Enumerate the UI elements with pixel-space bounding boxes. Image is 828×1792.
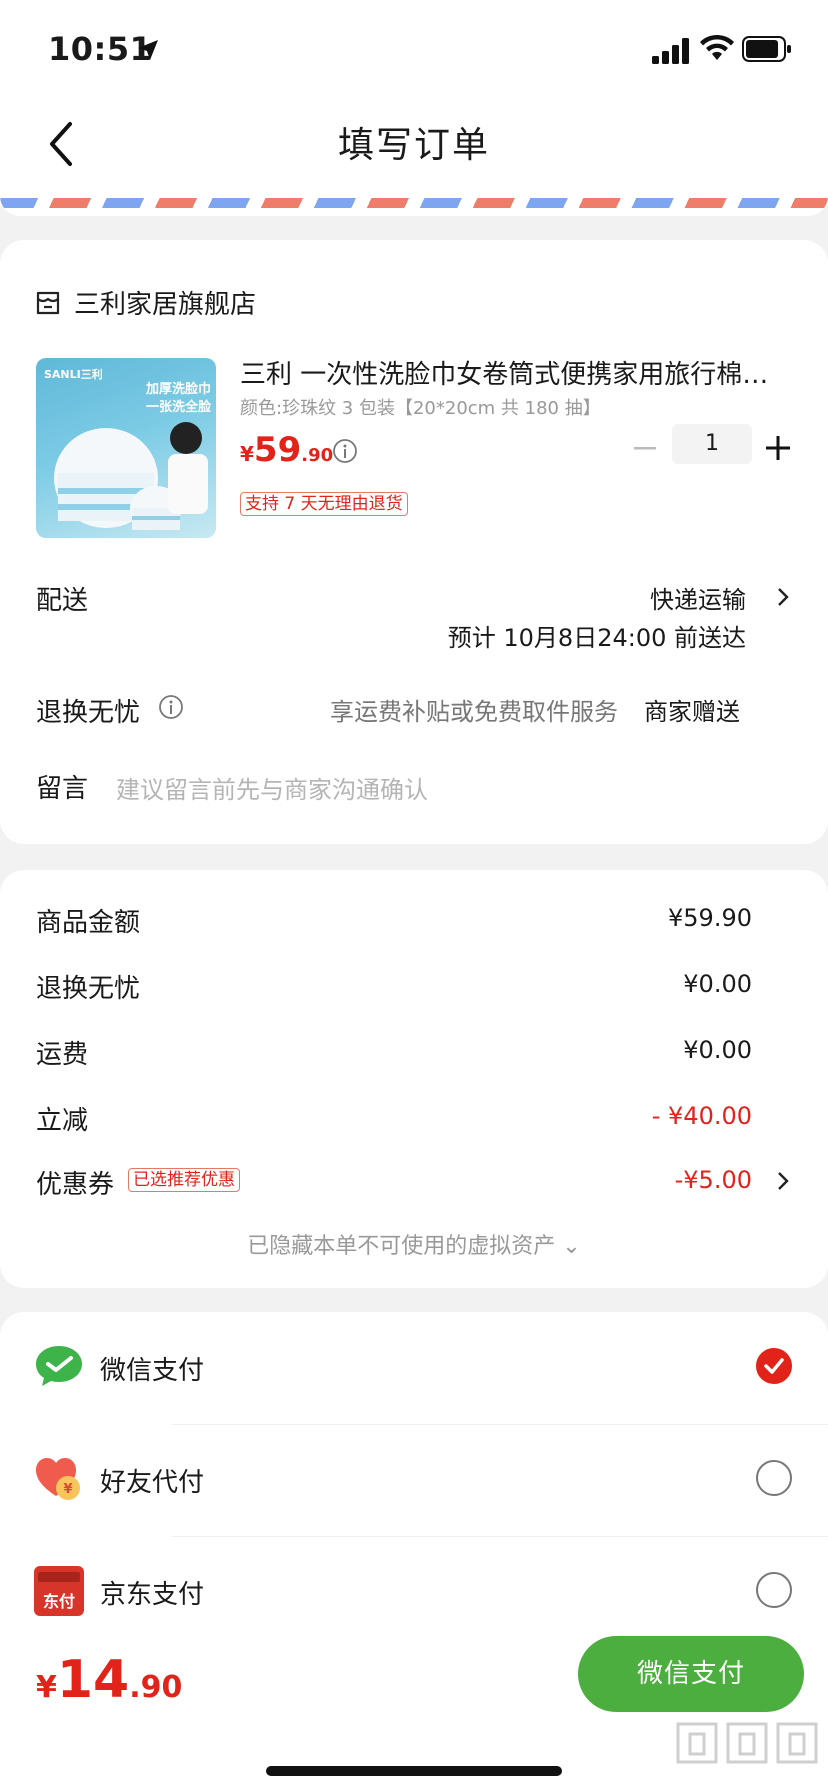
wifi-icon	[700, 34, 734, 60]
quantity-increase-button[interactable]	[764, 434, 792, 462]
product-price: ¥59.90	[240, 430, 333, 470]
price-info-icon[interactable]	[332, 438, 358, 464]
order-total: ¥14.90	[36, 1650, 182, 1710]
payment-option-friend[interactable]: ¥ 好友代付	[0, 1424, 828, 1534]
payment-methods-card: 微信支付 ¥ 好友代付 东付 京东支付	[0, 1312, 828, 1652]
total-symbol: ¥	[36, 1670, 57, 1705]
payment-radio-jd[interactable]	[756, 1572, 792, 1608]
pay-button[interactable]: 微信支付	[578, 1636, 804, 1712]
delivery-eta: 预计 10月8日24:00 前送达	[447, 624, 746, 652]
summary-shipping-label: 运费	[36, 1040, 89, 1070]
friend-pay-icon: ¥	[36, 1458, 80, 1500]
watermark-logo	[676, 1722, 818, 1764]
product-title[interactable]: 三利 一次性洗脸巾女卷筒式便携家用旅行棉柔巾	[240, 354, 792, 391]
svg-text:¥: ¥	[63, 1482, 72, 1497]
summary-coupon-label: 优惠券	[36, 1170, 115, 1200]
jd-icon-text: 东付	[42, 1592, 75, 1611]
price-integer: 59	[253, 430, 302, 470]
price-symbol: ¥	[240, 442, 254, 466]
quantity-value[interactable]: 1	[672, 424, 752, 464]
store-header[interactable]: 三利家居旗舰店	[34, 284, 256, 321]
payment-label-friend: 好友代付	[100, 1468, 205, 1498]
battery-icon	[742, 36, 791, 62]
delivery-label: 配送	[36, 586, 89, 616]
payment-label-jd: 京东支付	[100, 1580, 205, 1610]
home-indicator[interactable]	[266, 1766, 562, 1776]
wechat-pay-icon	[36, 1346, 82, 1386]
product-image-graphic	[54, 422, 208, 530]
checkmark-icon	[764, 1358, 784, 1374]
nav-bar: 填写订单	[0, 96, 828, 206]
coupon-chevron-icon[interactable]	[774, 1168, 792, 1194]
summary-discount-value: - ¥40.00	[651, 1102, 752, 1130]
delivery-chevron-icon[interactable]	[774, 584, 792, 610]
order-item-card: 三利家居旗舰店 SANLI三利 加厚洗脸巾 一张洗全脸 三利 一次性洗脸巾女卷筒…	[0, 240, 828, 844]
worry-free-label: 退换无忧	[36, 698, 141, 728]
product-spec: 颜色:珍珠纹 3 包装【20*20cm 共 180 抽】	[240, 398, 601, 419]
total-decimal: .90	[129, 1670, 183, 1705]
store-name: 三利家居旗舰店	[74, 290, 257, 320]
worry-free-value: 商家赠送	[644, 698, 740, 726]
store-icon	[36, 291, 60, 314]
summary-goods-label: 商品金额	[36, 908, 141, 938]
price-summary-card: 商品金额 ¥59.90 退换无忧 ¥0.00 运费 ¥0.00 立减 - ¥40…	[0, 870, 828, 1288]
page-title: 填写订单	[337, 125, 490, 166]
quantity-decrease-button[interactable]	[632, 438, 658, 458]
summary-goods-value: ¥59.90	[668, 904, 752, 932]
payment-radio-wechat-selected[interactable]	[756, 1348, 792, 1384]
worry-free-desc: 享运费补贴或免费取件服务	[330, 698, 618, 726]
price-decimal: .90	[301, 445, 334, 466]
payment-option-wechat[interactable]: 微信支付	[0, 1312, 828, 1422]
payment-label-wechat: 微信支付	[100, 1356, 205, 1386]
jd-pay-icon: 东付	[34, 1566, 84, 1616]
return-policy-tag: 支持 7 天无理由退货	[240, 492, 408, 516]
summary-worryfree-value: ¥0.00	[683, 970, 752, 998]
summary-coupon-value[interactable]: -¥5.00	[675, 1166, 752, 1194]
summary-shipping-value: ¥0.00	[683, 1036, 752, 1064]
summary-worryfree-label: 退换无忧	[36, 974, 141, 1004]
product-thumbnail[interactable]: SANLI三利 加厚洗脸巾 一张洗全脸	[36, 358, 216, 538]
message-input[interactable]: 建议留言前先与商家沟通确认	[116, 770, 428, 805]
airmail-border	[0, 196, 828, 216]
status-bar: 10:51	[0, 0, 828, 96]
summary-discount-label: 立减	[36, 1106, 89, 1136]
hidden-assets-toggle[interactable]: 已隐藏本单不可使用的虚拟资产 ⌄	[0, 1228, 828, 1260]
message-label: 留言	[36, 774, 89, 804]
location-arrow-icon	[138, 40, 158, 60]
cellular-signal-icon	[652, 38, 689, 64]
coupon-recommended-tag: 已选推荐优惠	[128, 1168, 240, 1192]
total-integer: 14	[56, 1650, 130, 1710]
worry-free-info-icon[interactable]	[158, 694, 184, 720]
payment-radio-friend[interactable]	[756, 1460, 792, 1496]
delivery-method[interactable]: 快递运输	[650, 580, 746, 615]
